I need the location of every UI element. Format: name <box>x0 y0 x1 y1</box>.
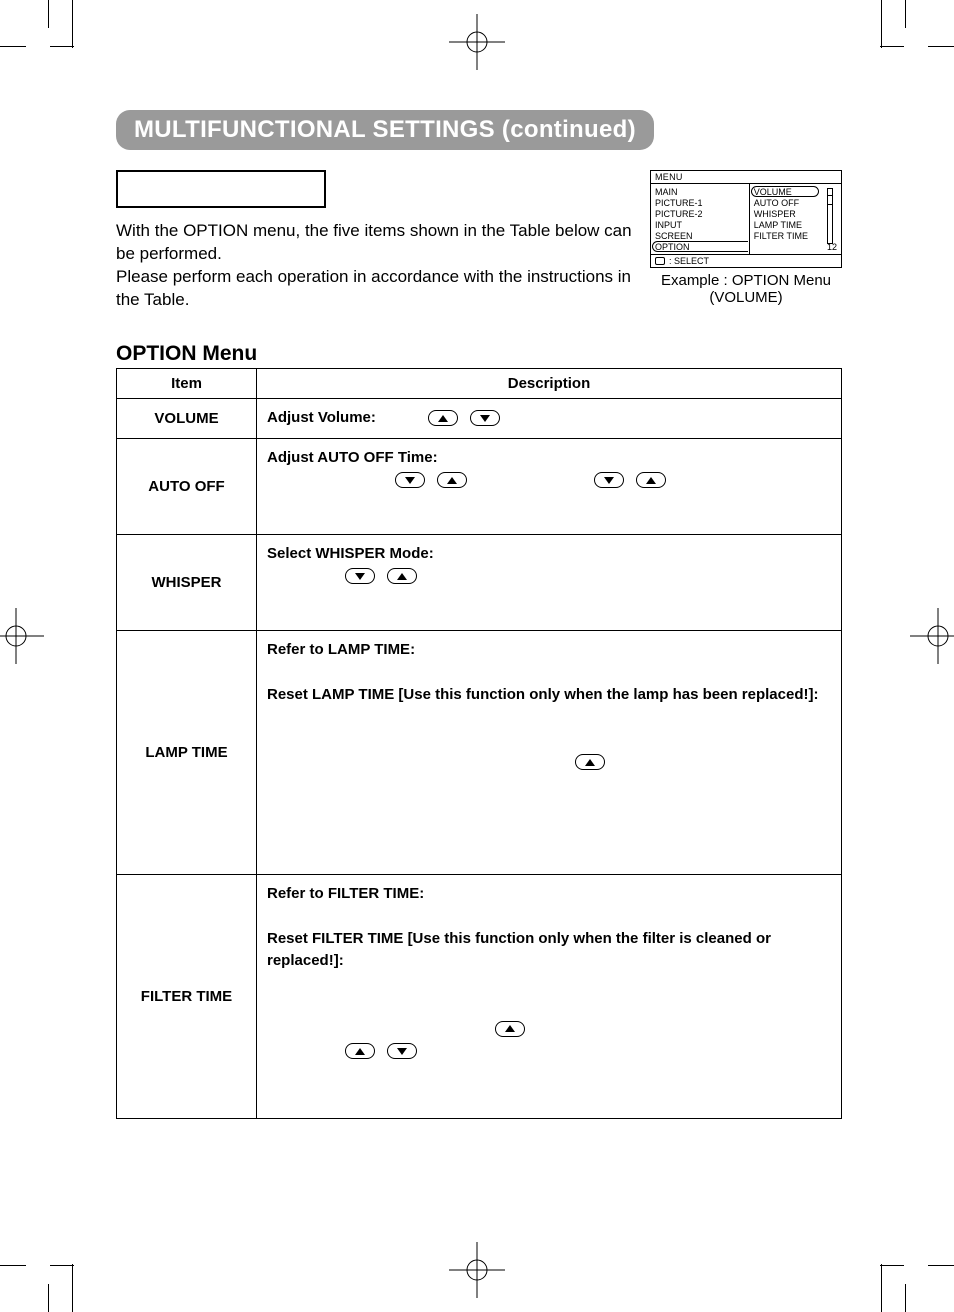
osd-col1-item: PICTURE-1 <box>655 197 745 208</box>
down-button-icon <box>395 472 425 488</box>
down-button-icon <box>594 472 624 488</box>
up-button-icon <box>345 1043 375 1059</box>
row-item: FILTER TIME <box>117 874 257 1118</box>
osd-caption: Example : OPTION Menu(VOLUME) <box>650 272 842 306</box>
up-button-icon <box>428 410 458 426</box>
page-title: MULTIFUNCTIONAL SETTINGS (continued) <box>134 116 636 144</box>
osd-col1-item: INPUT <box>655 219 745 230</box>
row-desc: Refer to LAMP TIME: Reset LAMP TIME [Use… <box>257 630 842 874</box>
down-button-icon <box>470 410 500 426</box>
th-item: Item <box>117 369 257 399</box>
osd-footer: : SELECT <box>669 256 709 266</box>
row-item: WHISPER <box>117 534 257 630</box>
row-desc: Refer to FILTER TIME: Reset FILTER TIME … <box>257 874 842 1118</box>
register-mark-bottom <box>449 1242 505 1298</box>
down-button-icon <box>387 1043 417 1059</box>
up-button-icon <box>495 1021 525 1037</box>
up-button-icon <box>437 472 467 488</box>
row-desc: Adjust Volume: <box>257 399 842 439</box>
up-button-icon <box>387 568 417 584</box>
osd-col2-item: FILTER TIME <box>754 230 837 241</box>
osd-col2-item: AUTO OFF <box>754 197 837 208</box>
page-title-bar: MULTIFUNCTIONAL SETTINGS (continued) <box>116 110 654 150</box>
osd-col1-item: PICTURE-2 <box>655 208 745 219</box>
th-description: Description <box>257 369 842 399</box>
osd-col1-item: SCREEN <box>655 230 745 241</box>
row-desc: Select WHISPER Mode: <box>257 534 842 630</box>
register-mark-right <box>910 608 954 664</box>
up-button-icon <box>636 472 666 488</box>
row-item: AUTO OFF <box>117 438 257 534</box>
down-button-icon <box>345 568 375 584</box>
osd-value: 12 <box>827 241 837 252</box>
joystick-icon <box>655 257 665 265</box>
osd-col1-item: MAIN <box>655 186 745 197</box>
option-menu-table: Item Description VOLUME Adjust Volume: A… <box>116 368 842 1119</box>
osd-slider-icon <box>827 188 833 244</box>
row-item: VOLUME <box>117 399 257 439</box>
empty-box <box>116 170 326 208</box>
osd-title: MENU <box>651 171 841 184</box>
osd-col2-item-selected: VOLUME <box>754 186 837 197</box>
osd-col1-item-selected: OPTION <box>655 241 745 252</box>
osd-diagram: MENU MAIN PICTURE-1 PICTURE-2 INPUT SCRE… <box>650 170 842 306</box>
section-heading: OPTION Menu <box>116 342 257 366</box>
register-mark-left <box>0 608 44 664</box>
up-button-icon <box>575 754 605 770</box>
osd-col2-item: LAMP TIME <box>754 219 837 230</box>
intro-text: With the OPTION menu, the five items sho… <box>116 220 646 312</box>
row-desc: Adjust AUTO OFF Time: <box>257 438 842 534</box>
row-item: LAMP TIME <box>117 630 257 874</box>
register-mark-top <box>449 14 505 70</box>
osd-col2-item: WHISPER <box>754 208 837 219</box>
